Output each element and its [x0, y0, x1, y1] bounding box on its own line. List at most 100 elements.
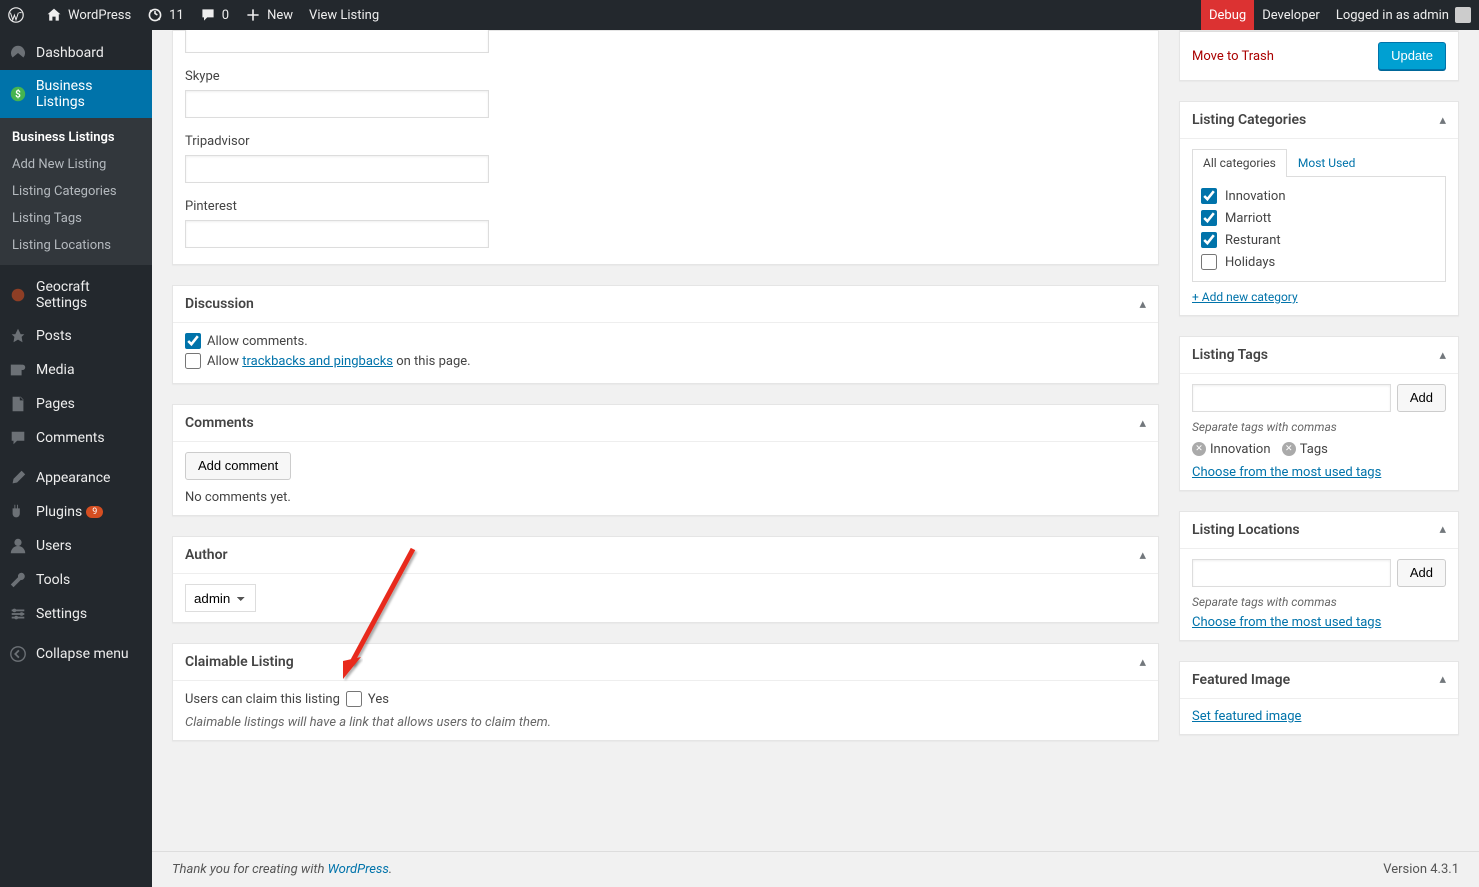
dashboard-icon — [8, 44, 28, 62]
submenu-item-listings[interactable]: Business Listings — [0, 124, 152, 151]
sidebar-item-plugins[interactable]: Plugins9 — [0, 495, 152, 529]
home-icon — [46, 7, 62, 23]
comments-box: Comments▴ Add comment No comments yet. — [172, 404, 1159, 516]
wrench-icon — [8, 571, 28, 589]
media-icon — [8, 361, 28, 379]
site-name[interactable]: WordPress — [38, 0, 139, 30]
sidebar-item-business-listings[interactable]: $Business Listings — [0, 70, 152, 118]
category-list: Innovation Marriott Resturant Holidays — [1192, 177, 1446, 282]
toggle-icon[interactable]: ▴ — [1139, 297, 1146, 312]
wordpress-link[interactable]: WordPress — [328, 862, 389, 877]
toggle-icon[interactable]: ▴ — [1439, 672, 1446, 687]
cat-checkbox[interactable] — [1201, 188, 1217, 204]
sidebar-item-tools[interactable]: Tools — [0, 563, 152, 597]
pinterest-label: Pinterest — [185, 199, 1146, 214]
sidebar-item-geocraft[interactable]: Geocraft Settings — [0, 271, 152, 319]
claimable-checkbox[interactable] — [346, 691, 362, 707]
featured-title: Featured Image — [1192, 672, 1439, 688]
trackbacks-link[interactable]: trackbacks and pingbacks — [242, 354, 393, 369]
pinterest-input[interactable] — [185, 220, 489, 248]
add-comment-button[interactable]: Add comment — [185, 452, 291, 480]
claimable-label: Users can claim this listing — [185, 692, 340, 707]
toggle-icon[interactable]: ▴ — [1139, 548, 1146, 563]
toggle-icon[interactable]: ▴ — [1439, 113, 1446, 128]
cat-label: Marriott — [1225, 211, 1271, 226]
sidebar-item-users[interactable]: Users — [0, 529, 152, 563]
claimable-yes: Yes — [368, 692, 389, 707]
allow-comments-checkbox[interactable] — [185, 333, 201, 349]
claimable-title: Claimable Listing — [185, 654, 1139, 670]
toggle-icon[interactable]: ▴ — [1139, 655, 1146, 670]
comments-count[interactable]: 0 — [192, 0, 237, 30]
locations-hint: Separate tags with commas — [1192, 595, 1446, 609]
cat-label: Resturant — [1225, 233, 1281, 248]
sidebar-item-dashboard[interactable]: Dashboard — [0, 36, 152, 70]
add-tag-button[interactable]: Add — [1397, 384, 1446, 412]
remove-tag-icon[interactable]: ✕ — [1282, 442, 1296, 456]
sidebar-item-posts[interactable]: Posts — [0, 319, 152, 353]
submenu-item-locations[interactable]: Listing Locations — [0, 232, 152, 259]
footer: Thank you for creating with WordPress. V… — [152, 851, 1479, 887]
logged-in-user[interactable]: Logged in as admin — [1328, 0, 1479, 30]
pin-icon — [8, 327, 28, 345]
cat-checkbox[interactable] — [1201, 232, 1217, 248]
author-select[interactable]: admin — [185, 584, 256, 612]
allow-trackbacks-label: Allow trackbacks and pingbacks on this p… — [207, 354, 471, 369]
sidebar-item-appearance[interactable]: Appearance — [0, 461, 152, 495]
toggle-icon[interactable]: ▴ — [1439, 522, 1446, 537]
new-content[interactable]: New — [237, 0, 301, 30]
categories-title: Listing Categories — [1192, 112, 1439, 128]
submenu-item-tags[interactable]: Listing Tags — [0, 205, 152, 232]
debug-button[interactable]: Debug — [1201, 0, 1254, 30]
discussion-title: Discussion — [185, 296, 1139, 312]
cat-checkbox[interactable] — [1201, 254, 1217, 270]
footer-thanks: Thank you for creating with — [172, 862, 328, 877]
allow-comments-label: Allow comments. — [207, 334, 308, 349]
sidebar-item-comments[interactable]: Comments — [0, 421, 152, 455]
main-content: Skype Tripadvisor Pinterest Discussion▴ … — [152, 30, 1479, 821]
author-title: Author — [185, 547, 1139, 563]
add-location-button[interactable]: Add — [1397, 559, 1446, 587]
sidebar-item-collapse[interactable]: Collapse menu — [0, 637, 152, 671]
wp-logo[interactable] — [0, 0, 38, 30]
developer-menu[interactable]: Developer — [1254, 0, 1328, 30]
allow-trackbacks-checkbox[interactable] — [185, 353, 201, 369]
featured-image-box: Featured Image▴ Set featured image — [1179, 661, 1459, 735]
update-button[interactable]: Update — [1378, 42, 1446, 70]
remove-tag-icon[interactable]: ✕ — [1192, 442, 1206, 456]
toggle-icon[interactable]: ▴ — [1139, 416, 1146, 431]
tag-input[interactable] — [1192, 384, 1391, 412]
trash-link[interactable]: Move to Trash — [1192, 49, 1274, 64]
claimable-box: Claimable Listing▴ Users can claim this … — [172, 643, 1159, 741]
set-featured-link[interactable]: Set featured image — [1192, 709, 1301, 724]
updates[interactable]: 11 — [139, 0, 192, 30]
sidebar-item-settings[interactable]: Settings — [0, 597, 152, 631]
cat-checkbox[interactable] — [1201, 210, 1217, 226]
settings-icon — [8, 605, 28, 623]
choose-locations-link[interactable]: Choose from the most used tags — [1192, 615, 1381, 630]
categories-box: Listing Categories▴ All categories Most … — [1179, 101, 1459, 316]
choose-tags-link[interactable]: Choose from the most used tags — [1192, 465, 1381, 480]
location-input[interactable] — [1192, 559, 1391, 587]
toggle-icon[interactable]: ▴ — [1439, 348, 1446, 363]
tab-all-categories[interactable]: All categories — [1192, 149, 1287, 177]
submenu-item-categories[interactable]: Listing Categories — [0, 178, 152, 205]
version-text: Version 4.3.1 — [1383, 862, 1459, 877]
tripadvisor-input[interactable] — [185, 155, 489, 183]
collapse-icon — [8, 645, 28, 663]
tags-title: Listing Tags — [1192, 347, 1439, 363]
locations-box: Listing Locations▴ Add Separate tags wit… — [1179, 511, 1459, 641]
user-icon — [8, 537, 28, 555]
view-listing[interactable]: View Listing — [301, 0, 387, 30]
add-category-link[interactable]: + Add new category — [1192, 290, 1298, 304]
no-comments-text: No comments yet. — [185, 490, 1146, 505]
skype-input[interactable] — [185, 90, 489, 118]
brush-icon — [8, 469, 28, 487]
social-fields-box: Skype Tripadvisor Pinterest — [172, 30, 1159, 265]
tab-most-used[interactable]: Most Used — [1287, 149, 1367, 176]
submenu-item-add-new[interactable]: Add New Listing — [0, 151, 152, 178]
sidebar-item-pages[interactable]: Pages — [0, 387, 152, 421]
geocraft-icon — [8, 286, 28, 304]
sidebar-item-media[interactable]: Media — [0, 353, 152, 387]
discussion-box: Discussion▴ Allow comments. Allow trackb… — [172, 285, 1159, 384]
